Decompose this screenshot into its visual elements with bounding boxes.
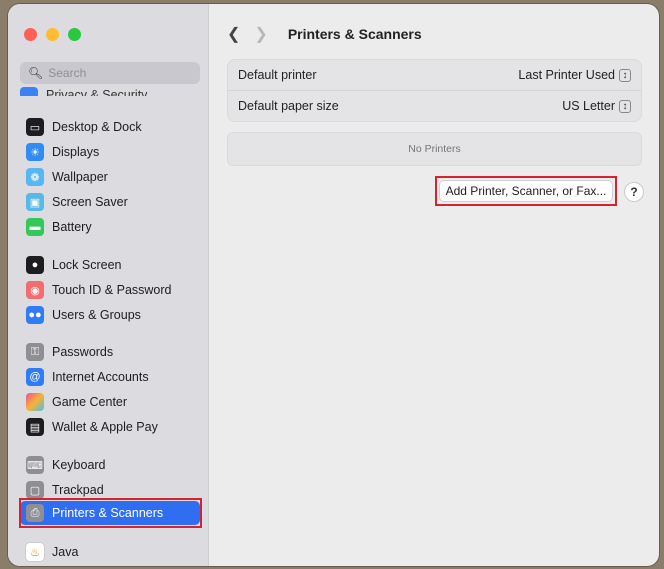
add-printer-button[interactable]: Add Printer, Scanner, or Fax... (439, 181, 613, 201)
battery-icon: ▬ (26, 218, 44, 236)
default-paper-row: Default paper size US Letter ↕ (228, 90, 641, 121)
trackpad-icon: ▢ (26, 481, 44, 499)
default-printer-label: Default printer (238, 68, 317, 82)
sidebar-item-label: Passwords (52, 345, 114, 359)
sidebar-item-touch-id[interactable]: ◉ Touch ID & Password (20, 278, 200, 302)
users-icon: ●● (26, 306, 44, 324)
updown-chevron-icon: ↕ (619, 99, 631, 113)
key-icon: ⚿ (26, 343, 44, 361)
search-placeholder: Search (48, 66, 87, 80)
wallet-icon: ▤ (26, 418, 44, 436)
sidebar-item-label: Screen Saver (52, 195, 128, 209)
hand-icon (20, 87, 38, 96)
settings-panel: Default printer Last Printer Used ↕ Defa… (227, 59, 642, 122)
updown-chevron-icon: ↕ (619, 68, 631, 82)
sidebar-item-label: Java (52, 545, 79, 559)
sidebar-item-label: Lock Screen (52, 258, 122, 272)
keyboard-icon: ⌨ (26, 456, 44, 474)
sun-icon: ☀ (26, 143, 44, 161)
search-icon: 🔍︎ (28, 66, 44, 80)
sidebar-item-label: Game Center (52, 395, 128, 409)
sidebar-item-wallet[interactable]: ▤ Wallet & Apple Pay (20, 415, 200, 439)
sidebar-item-label: Trackpad (52, 483, 104, 497)
sidebar-item-keyboard[interactable]: ⌨ Keyboard (20, 453, 200, 477)
minimize-button[interactable] (46, 28, 59, 41)
sidebar-item-label: Desktop & Dock (52, 120, 142, 134)
default-paper-popup[interactable]: US Letter ↕ (562, 99, 631, 113)
window-controls (24, 28, 81, 41)
sidebar-item-label: Displays (52, 145, 100, 159)
sidebar-item-desktop-dock[interactable]: ▭ Desktop & Dock (20, 115, 200, 139)
sidebar-item-privacy-security[interactable]: Privacy & Security (20, 86, 147, 96)
lock-icon: ● (26, 256, 44, 274)
search-field[interactable]: 🔍︎ Search (20, 62, 200, 84)
sidebar-item-label: Privacy & Security (46, 88, 148, 96)
forward-chevron-icon[interactable]: ❯ (254, 24, 267, 44)
default-printer-row: Default printer Last Printer Used ↕ (228, 60, 641, 90)
sidebar-item-passwords[interactable]: ⚿ Passwords (20, 340, 200, 364)
default-paper-value: US Letter (562, 99, 615, 113)
sidebar-item-wallpaper[interactable]: ❁ Wallpaper (20, 165, 200, 189)
sidebar-item-label: Wallet & Apple Pay (52, 420, 158, 434)
game-center-icon (26, 393, 44, 411)
zoom-button[interactable] (68, 28, 81, 41)
screen-saver-icon: ▣ (26, 193, 44, 211)
close-button[interactable] (24, 28, 37, 41)
sidebar-item-battery[interactable]: ▬ Battery (20, 215, 200, 239)
main-content: ❮ ❯ Printers & Scanners Default printer … (209, 4, 659, 566)
sidebar-item-displays[interactable]: ☀ Displays (20, 140, 200, 164)
sidebar-item-screen-saver[interactable]: ▣ Screen Saver (20, 190, 200, 214)
sidebar-item-label: Keyboard (52, 458, 106, 472)
sidebar-item-game-center[interactable]: Game Center (20, 390, 200, 414)
dock-icon: ▭ (26, 118, 44, 136)
sidebar-item-users-groups[interactable]: ●● Users & Groups (20, 303, 200, 327)
at-icon: @ (26, 368, 44, 386)
settings-window: 🔍︎ Search Privacy & Security ▭ Desktop &… (8, 4, 659, 566)
default-printer-value: Last Printer Used (518, 68, 615, 82)
sidebar-item-label: Touch ID & Password (52, 283, 172, 297)
sidebar-item-java[interactable]: ♨ Java (20, 540, 200, 564)
sidebar-item-label: Internet Accounts (52, 370, 149, 384)
highlight-box (19, 498, 202, 528)
add-printer-highlight: Add Printer, Scanner, or Fax... (435, 176, 617, 206)
no-printers-text: No Printers (408, 143, 461, 155)
help-button[interactable]: ? (625, 183, 643, 201)
default-printer-popup[interactable]: Last Printer Used ↕ (518, 68, 631, 82)
flower-icon: ❁ (26, 168, 44, 186)
sidebar-item-label: Battery (52, 220, 92, 234)
sidebar: 🔍︎ Search Privacy & Security ▭ Desktop &… (8, 4, 209, 566)
page-title: Printers & Scanners (287, 26, 422, 42)
sidebar-item-label: Wallpaper (52, 170, 108, 184)
sidebar-item-lock-screen[interactable]: ● Lock Screen (20, 253, 200, 277)
back-chevron-icon[interactable]: ❮ (227, 24, 240, 44)
default-paper-label: Default paper size (238, 99, 339, 113)
printer-list: No Printers (227, 132, 642, 166)
sidebar-item-label: Users & Groups (52, 308, 141, 322)
java-icon: ♨ (26, 543, 44, 561)
fingerprint-icon: ◉ (26, 281, 44, 299)
toolbar: ❮ ❯ Printers & Scanners (227, 24, 422, 44)
sidebar-item-internet-accounts[interactable]: @ Internet Accounts (20, 365, 200, 389)
